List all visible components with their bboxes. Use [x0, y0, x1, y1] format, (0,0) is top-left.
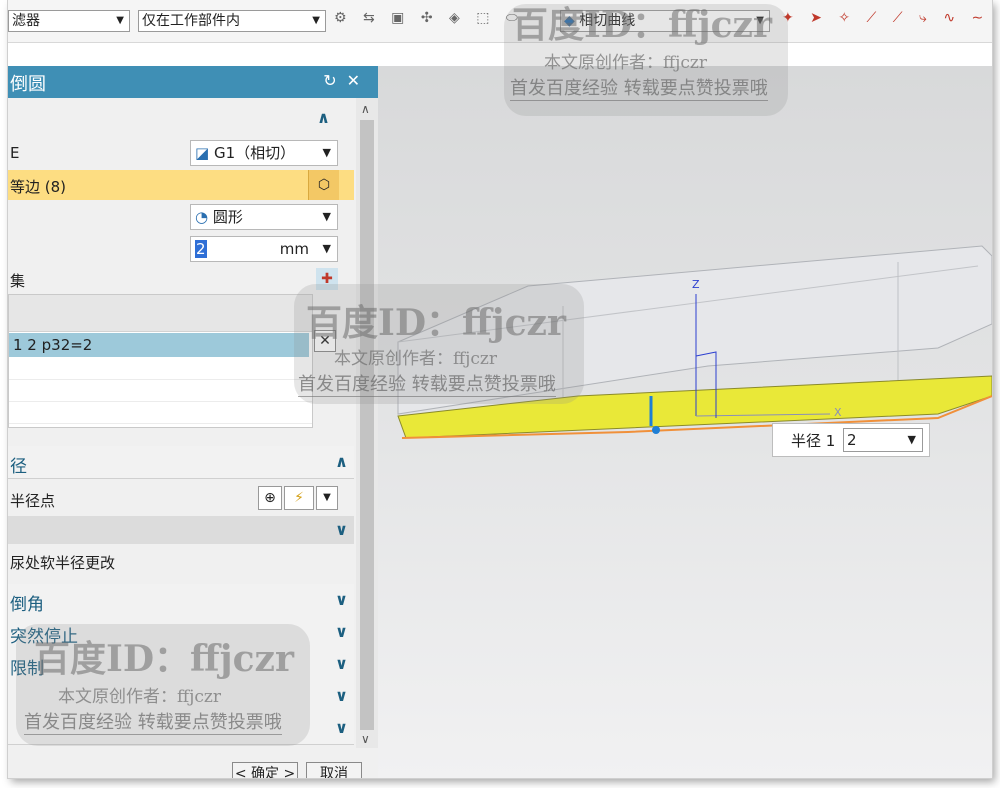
list-item-selected[interactable]: 1 2 p32=2	[9, 333, 309, 357]
continuity-dropdown[interactable]: ◪ G1（相切） ▼	[190, 140, 338, 166]
expand-chevron-icon[interactable]: ∨	[335, 654, 348, 673]
shape-icon: ◔	[195, 208, 209, 226]
chevron-down-icon[interactable]: ▼	[316, 486, 338, 510]
scroll-thumb[interactable]	[360, 120, 374, 730]
chevron-down-icon: ▼	[312, 15, 320, 26]
part-model	[397, 245, 992, 439]
corner-section[interactable]: 倒角 ∨	[8, 584, 354, 617]
chevron-down-icon: ▼	[322, 146, 331, 159]
corner-section-title: 倒角	[10, 595, 44, 615]
radius-points-row: 半径点 ⊕ ⚡ ▼	[8, 484, 354, 514]
close-icon[interactable]: ✕	[347, 71, 370, 90]
chevron-down-icon: ▼	[756, 15, 764, 26]
scroll-down-icon[interactable]: ∨	[361, 732, 370, 746]
add-set-icon[interactable]: ✚	[316, 268, 338, 290]
snap-tools-icons[interactable]: ✦ ➤ ✧ ⟋ ⟋ ⤷ ∿ ∼ ✚	[782, 10, 992, 26]
continuity-label: E	[10, 144, 20, 162]
ok-button[interactable]: < 确定 >	[232, 762, 298, 778]
cancel-button-label: 取消	[320, 766, 348, 778]
radius-value: 2	[195, 240, 207, 258]
point-constructor-icon[interactable]: ⚡	[284, 486, 314, 510]
cancel-button[interactable]: 取消	[306, 762, 362, 778]
corner-setback-label: 尿处软半径更改	[10, 554, 116, 572]
expand-chevron-icon[interactable]: ∨	[335, 590, 348, 609]
list-header	[9, 295, 312, 332]
curve-icon: ◆	[564, 13, 575, 29]
continuity-value: G1（相切）	[213, 144, 296, 162]
expand-chevron-icon[interactable]: ∨	[335, 622, 348, 641]
curve-rule-dropdown[interactable]: ◆ 相切曲线 ▼	[560, 10, 770, 32]
variable-radius-section[interactable]: 径 ∧	[8, 446, 354, 479]
z-axis-label: Z	[692, 278, 700, 291]
radius-popup-value: 2	[847, 431, 857, 449]
type-filter-value: 滤器	[12, 13, 40, 29]
edge-section-header[interactable]: ∧	[8, 106, 354, 134]
cube-icon[interactable]: ⬡	[308, 170, 339, 200]
continuity-row: E ◪ G1（相切） ▼	[8, 138, 354, 168]
point-list-collapsed[interactable]: ∨	[8, 516, 354, 544]
select-edges-row[interactable]: 等边 (8) ⬡	[8, 170, 354, 200]
app-window: 滤器 ▼ 仅在工作部件内 ▼ ⚙ ⇆ ▣ ✣ ◈ ⬚ ⬭ ◆ 相切曲线 ▼ ✦ …	[8, 0, 992, 778]
blend-set-list[interactable]: 1 2 p32=2	[8, 294, 313, 428]
expand-chevron-icon[interactable]: ∨	[335, 520, 348, 539]
type-filter-dropdown[interactable]: 滤器 ▼	[8, 10, 130, 32]
selection-tools-icons[interactable]: ⚙ ⇆ ▣ ✣ ◈ ⬚ ⬭	[334, 10, 524, 26]
expand-chevron-icon[interactable]: ∨	[335, 718, 348, 737]
shape-dropdown[interactable]: ◔ 圆形 ▼	[190, 204, 338, 230]
stop-short-title: 突然停止	[10, 627, 78, 647]
top-toolbar: 滤器 ▼ 仅在工作部件内 ▼ ⚙ ⇆ ▣ ✣ ◈ ⬚ ⬭ ◆ 相切曲线 ▼ ✦ …	[8, 0, 992, 43]
list-item-text: 1 2 p32=2	[13, 336, 93, 354]
scroll-up-icon[interactable]: ∧	[361, 102, 370, 116]
reset-icon[interactable]: ↻	[323, 71, 346, 90]
shape-row: ◔ 圆形 ▼	[8, 202, 354, 232]
collapse-chevron-icon[interactable]: ∧	[317, 108, 330, 127]
radius-popup[interactable]: 半径 1 2 ▼	[772, 423, 930, 457]
dialog-title: 倒圆	[10, 74, 46, 95]
selection-scope-value: 仅在工作部件内	[142, 13, 240, 29]
curve-rule-value: 相切曲线	[579, 13, 636, 29]
corner-setback-row: 尿处软半径更改	[8, 548, 354, 576]
radius-row: 2 mm ▼	[8, 234, 354, 264]
selection-scope-dropdown[interactable]: 仅在工作部件内 ▼	[138, 10, 326, 32]
list-item[interactable]	[9, 403, 312, 424]
add-point-icon[interactable]: ⊕	[258, 486, 282, 510]
chevron-down-icon: ▼	[322, 242, 331, 255]
x-axis-label: X	[834, 406, 842, 419]
new-set-label: 集	[10, 272, 26, 290]
shape-value: 圆形	[212, 208, 243, 226]
collapse-chevron-icon[interactable]: ∧	[335, 452, 348, 471]
overflow-section[interactable]: ∨	[8, 680, 354, 713]
chevron-down-icon: ▼	[907, 433, 916, 446]
stop-short-section[interactable]: 突然停止 ∨	[8, 616, 354, 649]
radius-unit: mm	[279, 240, 309, 258]
graphics-viewport[interactable]: Z X	[378, 66, 992, 778]
chevron-down-icon: ▼	[116, 15, 124, 26]
remove-set-icon[interactable]: ✕	[314, 330, 336, 352]
trim-section[interactable]: 限制 ∨	[8, 648, 354, 681]
trim-title: 限制	[10, 659, 44, 679]
continuity-icon: ◪	[195, 144, 210, 162]
list-item[interactable]	[9, 359, 312, 380]
select-edges-label: 等边 (8)	[10, 178, 67, 196]
radius-input[interactable]: 2 mm ▼	[190, 236, 338, 262]
radius-popup-label: 半径 1	[791, 432, 836, 450]
dialog-titlebar: 倒圆 ↻✕	[8, 66, 378, 98]
settings-section[interactable]: ∨	[8, 712, 354, 745]
ok-button-label: < 确定 >	[234, 766, 296, 778]
dialog-scrollbar[interactable]: ∧ ∨	[356, 98, 378, 748]
edge-blend-dialog: 倒圆 ↻✕ ∧ E ◪ G1（相切） ▼ 等边 (8) ⬡ ◔ 圆形 ▼ 2 m…	[8, 66, 378, 778]
chevron-down-icon: ▼	[322, 210, 331, 223]
radius-popup-input[interactable]: 2 ▼	[843, 428, 923, 452]
variable-radius-title: 径	[10, 457, 27, 477]
list-item[interactable]	[9, 381, 312, 402]
expand-chevron-icon[interactable]: ∨	[335, 686, 348, 705]
new-set-row: 集 ✚	[8, 266, 354, 292]
radius-points-label: 半径点	[10, 492, 56, 510]
